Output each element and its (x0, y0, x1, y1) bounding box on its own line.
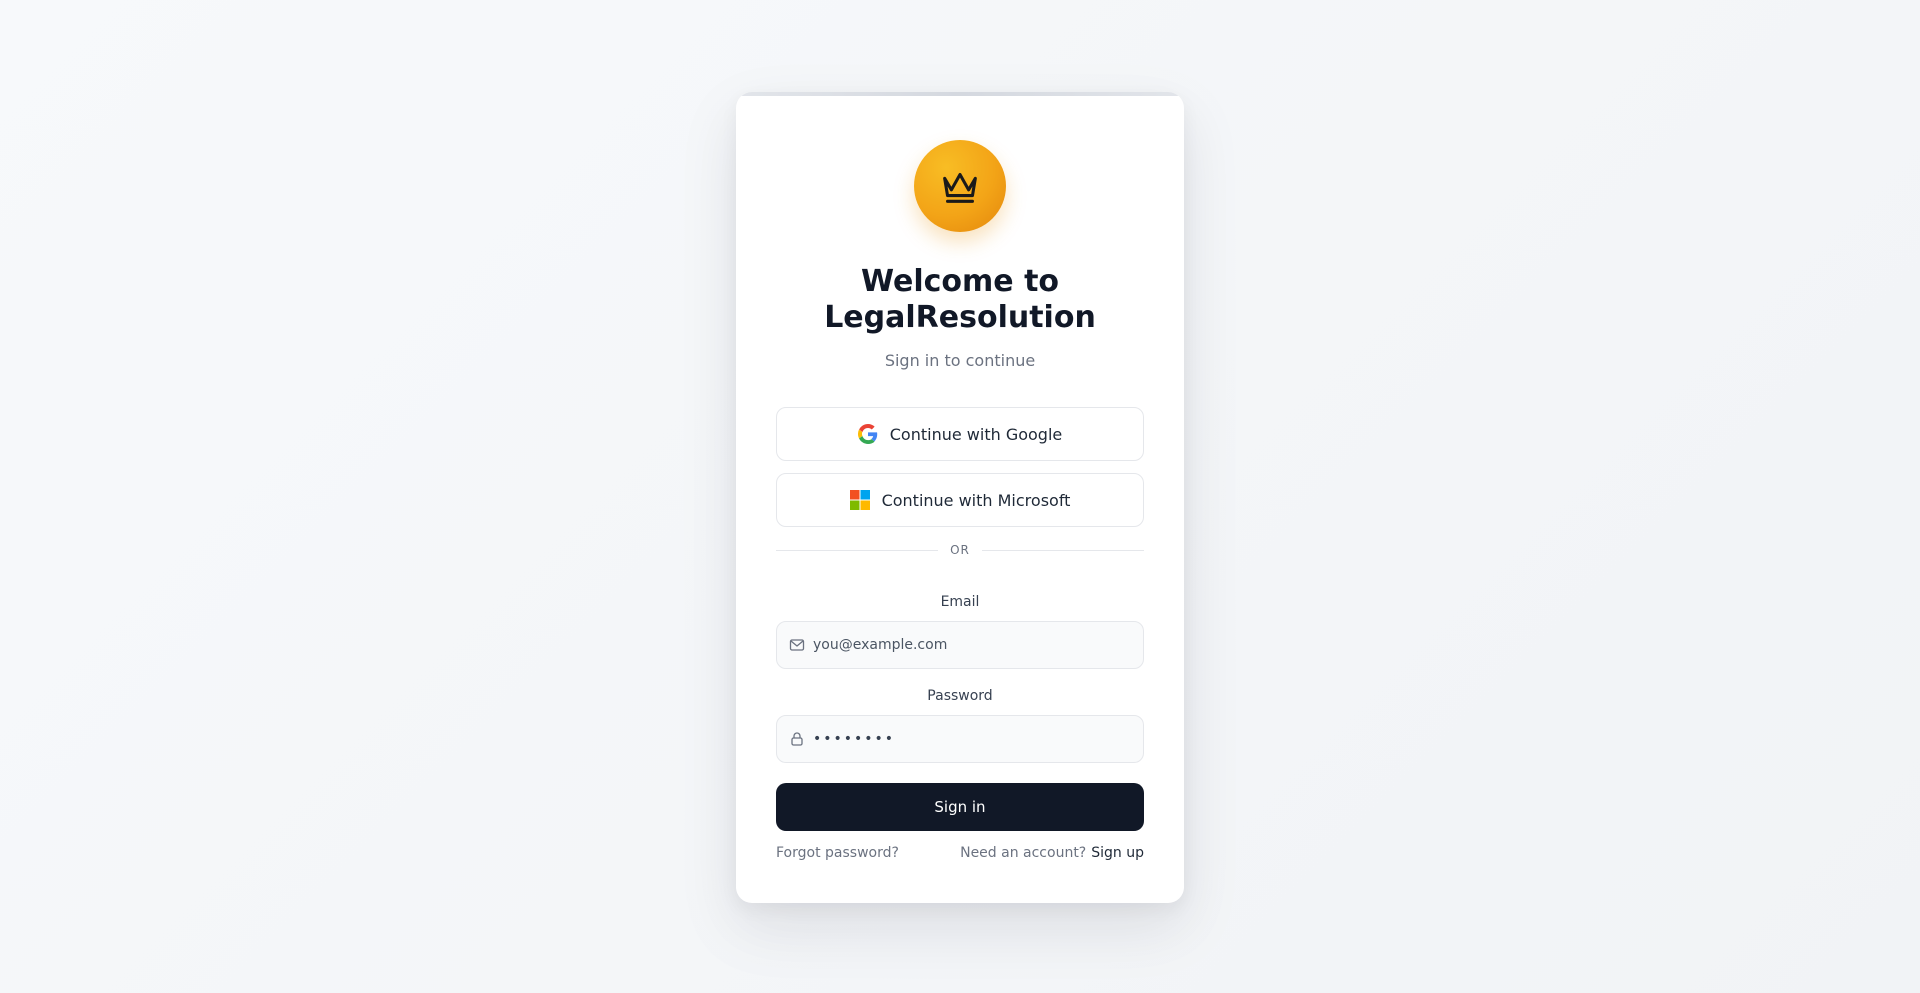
or-label: OR (950, 543, 970, 557)
microsoft-button-label: Continue with Microsoft (881, 490, 1071, 510)
auth-footer: Forgot password? Need an account? Sign up (776, 843, 1144, 863)
card-top-border (736, 92, 1184, 96)
page-subtitle: Sign in to continue (884, 351, 1036, 370)
google-icon (857, 424, 878, 444)
microsoft-icon (849, 490, 870, 510)
email-label: Email (940, 594, 980, 610)
lock-icon (789, 731, 805, 747)
sign-up-link[interactable]: Sign up (1091, 845, 1144, 861)
crown-icon (937, 163, 983, 209)
title-text: Welcome to LegalResolution (824, 264, 1096, 335)
signup-prompt: Need an account? Sign up (960, 845, 1144, 861)
sign-in-card: Welcome to LegalResolution Sign in to co… (736, 92, 1184, 903)
divider-line-left (776, 549, 939, 551)
continue-with-microsoft-button[interactable]: Continue with Microsoft (776, 473, 1144, 527)
password-field-wrapper[interactable]: •••••••• (776, 715, 1144, 763)
password-field[interactable]: •••••••• (813, 731, 895, 747)
continue-with-google-button[interactable]: Continue with Google (776, 407, 1144, 461)
email-field-wrapper[interactable] (776, 621, 1144, 669)
password-label: Password (927, 688, 993, 704)
divider-line-right (981, 549, 1145, 551)
forgot-password-link[interactable]: Forgot password? (776, 845, 899, 861)
sign-in-button[interactable]: Sign in (776, 783, 1144, 831)
email-field[interactable] (813, 622, 1143, 668)
brand-logo (914, 140, 1006, 232)
need-account-text: Need an account? (960, 845, 1087, 861)
google-button-label: Continue with Google (889, 424, 1063, 444)
or-divider: OR (776, 540, 1145, 560)
page-title: Welcome to LegalResolution (736, 264, 1184, 336)
mail-icon (789, 637, 805, 653)
